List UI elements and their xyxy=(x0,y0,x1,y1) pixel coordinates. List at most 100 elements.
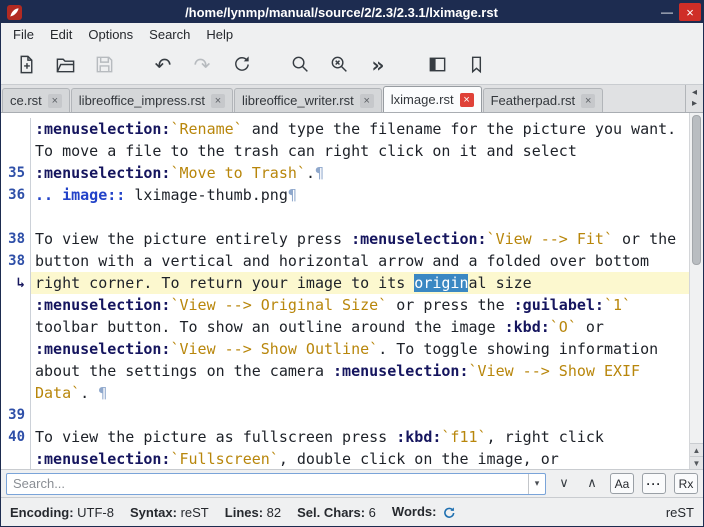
find-next-button[interactable]: ∨ xyxy=(554,474,574,494)
window-title: /home/lynmp/manual/source/2/2.3/2.3.1/lx… xyxy=(28,5,655,20)
editor-line[interactable]: :menuselection:`Rename` and type the fil… xyxy=(1,118,689,140)
line-text: To view the picture as fullscreen press … xyxy=(31,426,689,448)
tab-close-icon[interactable]: × xyxy=(360,94,374,108)
editor-line[interactable]: toolbar button. To show an outline aroun… xyxy=(1,316,689,338)
code-segment: :kbd: xyxy=(396,428,441,446)
code-segment: :menuselection: xyxy=(35,340,170,358)
menu-search[interactable]: Search xyxy=(141,25,198,44)
line-text: :menuselection:`View --> Show Outline`. … xyxy=(31,338,689,360)
line-text: :menuselection:`Move to Trash`.¶ xyxy=(31,162,689,184)
editor-line[interactable]: Data`. ¶ xyxy=(1,382,689,404)
bookmark-icon[interactable] xyxy=(463,52,489,78)
menu-help[interactable]: Help xyxy=(198,25,241,44)
editor-line[interactable]: 38button with a vertical and horizontal … xyxy=(1,250,689,272)
code-segment: . xyxy=(306,164,315,182)
search-history-dropdown-icon[interactable]: ▾ xyxy=(528,474,545,494)
editor-line[interactable]: :menuselection:`Fullscreen`, double clic… xyxy=(1,448,689,469)
code-segment: Data` xyxy=(35,384,80,402)
tab-libreoffice_impress.rst[interactable]: libreoffice_impress.rst× xyxy=(71,88,233,112)
menu-edit[interactable]: Edit xyxy=(42,25,80,44)
line-text: Data`. ¶ xyxy=(31,382,689,404)
editor-line[interactable] xyxy=(1,206,689,228)
editor-line[interactable]: 40To view the picture as fullscreen pres… xyxy=(1,426,689,448)
code-segment: button with a vertical and horizontal ar… xyxy=(35,252,649,270)
editor-line[interactable]: :menuselection:`View --> Original Size` … xyxy=(1,294,689,316)
editor-line[interactable]: 38To view the picture entirely press :me… xyxy=(1,228,689,250)
regex-button[interactable]: Rx xyxy=(674,473,698,494)
editor-line[interactable]: 39 xyxy=(1,404,689,426)
code-segment: lximage-thumb.png xyxy=(125,186,288,204)
code-segment: or xyxy=(577,318,604,336)
line-text: To move a file to the trash can right cl… xyxy=(31,140,689,162)
search-bar: ▾ ∨ ∧ Aa ··· Rx xyxy=(1,469,703,497)
code-segment: `View --> Show EXIF xyxy=(468,362,640,380)
search-input[interactable] xyxy=(7,476,528,491)
syntax-indicator: reST xyxy=(666,505,694,520)
code-segment: :kbd: xyxy=(505,318,550,336)
close-button[interactable]: × xyxy=(679,3,701,21)
tab-Featherpad.rst[interactable]: Featherpad.rst× xyxy=(483,88,604,112)
match-case-button[interactable]: Aa xyxy=(610,473,634,494)
vertical-scrollbar[interactable]: ▲ ▼ xyxy=(689,113,703,469)
editor-line[interactable]: To move a file to the trash can right cl… xyxy=(1,140,689,162)
whole-word-button[interactable]: ··· xyxy=(642,473,666,494)
tab-bar: ce.rst×libreoffice_impress.rst×libreoffi… xyxy=(1,85,703,113)
tab-close-icon[interactable]: × xyxy=(581,94,595,108)
tab-scroll-right-icon[interactable]: ▸ xyxy=(692,99,697,109)
tab-ce.rst[interactable]: ce.rst× xyxy=(2,88,70,112)
reload-icon[interactable] xyxy=(228,52,254,78)
scroll-up-icon[interactable]: ▲ xyxy=(690,443,703,456)
tab-scroll-left-icon[interactable]: ◂ xyxy=(692,88,697,98)
code-segment: :guilabel: xyxy=(514,296,604,314)
tab-scroll: ◂ ▸ xyxy=(685,85,703,112)
find-previous-button[interactable]: ∧ xyxy=(582,474,602,494)
line-text: toolbar button. To show an outline aroun… xyxy=(31,316,689,338)
code-segment: `Rename` xyxy=(170,120,242,138)
status-bar: Encoding: UTF-8Syntax: reSTLines: 82Sel.… xyxy=(1,497,703,526)
tab-close-icon[interactable]: × xyxy=(211,94,225,108)
line-text: right corner. To return your image to it… xyxy=(31,272,689,294)
new-file-icon[interactable] xyxy=(13,52,39,78)
editor-rows: :menuselection:`Rename` and type the fil… xyxy=(1,113,689,469)
editor-line[interactable]: about the settings on the camera :menuse… xyxy=(1,360,689,382)
editor-area[interactable]: :menuselection:`Rename` and type the fil… xyxy=(1,113,703,469)
menu-file[interactable]: File xyxy=(5,25,42,44)
jump-icon[interactable]: » xyxy=(365,52,391,78)
side-pane-icon[interactable] xyxy=(424,52,450,78)
code-segment: To move a file to the trash can right cl… xyxy=(35,142,577,160)
search-icon[interactable] xyxy=(287,52,313,78)
status-words: Words: xyxy=(392,504,456,520)
undo-icon[interactable]: ↶ xyxy=(150,52,176,78)
editor-line[interactable]: 36.. image:: lximage-thumb.png¶ xyxy=(1,184,689,206)
tab-close-icon[interactable]: × xyxy=(460,93,474,107)
redo-icon: ↷ xyxy=(189,52,215,78)
save-icon xyxy=(91,52,117,78)
scroll-down-icon[interactable]: ▼ xyxy=(690,456,703,469)
word-count-refresh-icon[interactable] xyxy=(442,506,456,520)
editor-line[interactable]: :menuselection:`View --> Show Outline`. … xyxy=(1,338,689,360)
tab-libreoffice_writer.rst[interactable]: libreoffice_writer.rst× xyxy=(234,88,382,112)
code-segment: `f11` xyxy=(441,428,486,446)
line-number: 36 xyxy=(1,184,31,206)
code-segment: `View --> Show Outline` xyxy=(170,340,378,358)
status-items: Encoding: UTF-8Syntax: reSTLines: 82Sel.… xyxy=(10,504,456,520)
code-segment: .. image:: xyxy=(35,186,125,204)
line-text: .. image:: lximage-thumb.png¶ xyxy=(31,184,689,206)
menu-options[interactable]: Options xyxy=(80,25,141,44)
line-text: :menuselection:`View --> Original Size` … xyxy=(31,294,689,316)
tab-lximage.rst[interactable]: lximage.rst× xyxy=(383,86,482,112)
current-line[interactable]: ↳right corner. To return your image to i… xyxy=(1,272,689,294)
code-segment: `Move to Trash` xyxy=(170,164,305,182)
scrollbar-thumb[interactable] xyxy=(692,115,701,265)
minimize-button[interactable]: — xyxy=(655,1,679,23)
tab-close-icon[interactable]: × xyxy=(48,94,62,108)
find-replace-icon[interactable] xyxy=(326,52,352,78)
line-text: :menuselection:`Rename` and type the fil… xyxy=(31,118,689,140)
status-sel-chars: Sel. Chars: 6 xyxy=(297,505,376,520)
code-segment: , double click on the image, or xyxy=(279,450,559,468)
open-file-icon[interactable] xyxy=(52,52,78,78)
code-segment: To view the picture entirely press xyxy=(35,230,351,248)
editor-line[interactable]: 35:menuselection:`Move to Trash`.¶ xyxy=(1,162,689,184)
selected-text: origin xyxy=(414,274,468,292)
code-segment: . To toggle showing information xyxy=(378,340,658,358)
